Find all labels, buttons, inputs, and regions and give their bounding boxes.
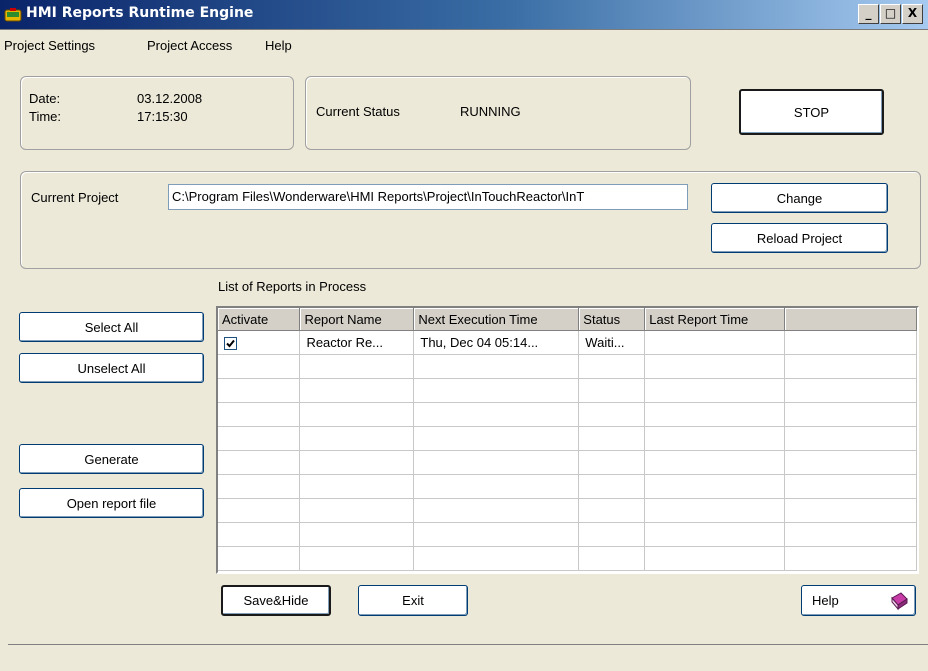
column-header-empty bbox=[784, 308, 917, 331]
status-value: RUNNING bbox=[460, 104, 521, 119]
column-header-status[interactable]: Status bbox=[578, 308, 646, 331]
unselect-all-button[interactable]: Unselect All bbox=[19, 353, 204, 383]
menu-project-settings[interactable]: Project Settings bbox=[4, 38, 95, 53]
report-name-cell: Reactor Re... bbox=[299, 330, 415, 355]
table-row[interactable] bbox=[218, 378, 917, 403]
help-button[interactable]: Help bbox=[801, 585, 916, 616]
help-book-icon bbox=[891, 592, 908, 611]
status-bar bbox=[8, 644, 928, 671]
app-hmi-icon bbox=[4, 8, 22, 22]
table-row[interactable]: Reactor Re... Thu, Dec 04 05:14... Waiti… bbox=[218, 330, 917, 355]
table-row[interactable] bbox=[218, 498, 917, 523]
datetime-panel: Date: 03.12.2008 Time: 17:15:30 bbox=[20, 76, 294, 150]
exit-button[interactable]: Exit bbox=[358, 585, 468, 616]
menu-project-access[interactable]: Project Access bbox=[147, 38, 232, 53]
generate-button[interactable]: Generate bbox=[19, 444, 204, 474]
time-label: Time: bbox=[29, 109, 62, 124]
checkmark-icon bbox=[226, 339, 235, 347]
window-title: HMI Reports Runtime Engine bbox=[26, 5, 254, 21]
select-all-button[interactable]: Select All bbox=[19, 312, 204, 342]
status-label: Current Status bbox=[316, 104, 400, 119]
save-hide-button[interactable]: Save&Hide bbox=[221, 585, 331, 616]
table-row[interactable] bbox=[218, 354, 917, 379]
table-row[interactable] bbox=[218, 402, 917, 427]
reload-project-button[interactable]: Reload Project bbox=[711, 223, 888, 253]
activate-cell[interactable] bbox=[218, 330, 301, 355]
project-path-field[interactable]: C:\Program Files\Wonderware\HMI Reports\… bbox=[168, 184, 688, 210]
menu-help[interactable]: Help bbox=[265, 38, 292, 53]
open-report-file-button[interactable]: Open report file bbox=[19, 488, 204, 518]
column-header-activate[interactable]: Activate bbox=[218, 308, 301, 331]
stop-button[interactable]: STOP bbox=[739, 89, 884, 135]
reports-table[interactable]: Activate Report Name Next Execution Time… bbox=[216, 306, 919, 574]
status-cell: Waiti... bbox=[578, 330, 646, 355]
date-value: 03.12.2008 bbox=[137, 91, 203, 106]
column-header-next-execution[interactable]: Next Execution Time bbox=[413, 308, 580, 331]
date-label: Date: bbox=[29, 91, 61, 106]
reports-list-title: List of Reports in Process bbox=[218, 279, 367, 294]
column-header-report-name[interactable]: Report Name bbox=[299, 308, 415, 331]
table-row[interactable] bbox=[218, 522, 917, 547]
change-button[interactable]: Change bbox=[711, 183, 888, 213]
column-header-last-report[interactable]: Last Report Time bbox=[644, 308, 786, 331]
project-label: Current Project bbox=[31, 190, 119, 205]
maximize-button[interactable]: □ bbox=[880, 4, 901, 24]
table-header: Activate Report Name Next Execution Time… bbox=[218, 308, 917, 331]
minimize-button[interactable]: _ bbox=[858, 4, 879, 24]
time-value: 17:15:30 bbox=[137, 109, 188, 124]
table-row[interactable] bbox=[218, 474, 917, 499]
next-execution-cell: Thu, Dec 04 05:14... bbox=[413, 330, 580, 355]
last-report-cell bbox=[644, 330, 786, 355]
table-row[interactable] bbox=[218, 450, 917, 475]
help-label: Help bbox=[812, 593, 839, 608]
activate-checkbox[interactable] bbox=[224, 336, 237, 350]
menu-bar: Project Settings Project Access Help bbox=[0, 30, 928, 62]
table-row[interactable] bbox=[218, 546, 917, 571]
title-bar[interactable]: HMI Reports Runtime Engine _ □ X bbox=[0, 0, 928, 30]
table-row[interactable] bbox=[218, 426, 917, 451]
status-panel: Current Status RUNNING bbox=[305, 76, 691, 150]
close-button[interactable]: X bbox=[902, 4, 923, 24]
